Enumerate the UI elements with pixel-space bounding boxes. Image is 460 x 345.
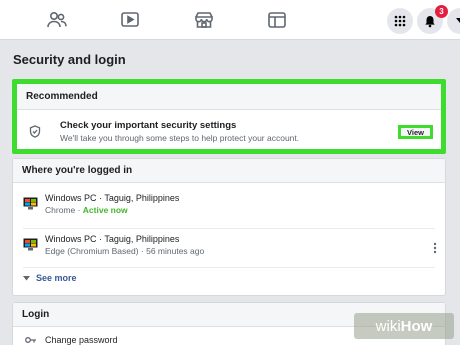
chevron-down-icon [23,275,30,280]
more-options-icon[interactable] [433,242,437,254]
logged-in-card: Where you're logged in Windows PC · Tagu… [12,158,446,296]
session-item[interactable]: Windows PC · Taguig, Philippines Chrome … [13,189,445,227]
session-item[interactable]: Windows PC · Taguig, Philippines Edge (C… [13,230,445,268]
windows-pc-icon [23,238,38,251]
session-browser-name: Chrome · [45,205,83,215]
bell-icon [425,15,435,27]
view-button[interactable]: View [398,125,433,139]
logged-in-header: Where you're logged in [13,159,445,183]
grid-icon [394,15,406,27]
session-device: Windows PC · Taguig, Philippines [45,234,180,244]
see-more-link[interactable]: See more [23,273,77,283]
security-checkup-title: Check your important security settings [60,120,237,131]
watermark-wiki: wiki [375,317,401,335]
key-icon [25,337,36,343]
account-menu-button[interactable] [447,8,460,34]
marketplace-icon[interactable] [193,10,215,30]
page-title: Security and login [13,52,126,67]
notifications-button[interactable]: 3 [417,5,448,34]
see-more-label: See more [36,273,77,283]
shield-icon [29,125,41,138]
groups-icon[interactable] [266,10,288,30]
security-checkup-row[interactable]: Check your important security settings W… [17,110,441,154]
watch-icon[interactable] [119,10,141,30]
session-device: Windows PC · Taguig, Philippines [45,193,180,203]
session-divider [23,267,435,268]
change-password-item[interactable]: Change password [45,335,118,345]
watermark-how: How [400,317,433,335]
notification-count-badge: 3 [435,5,448,18]
active-now-status: Active now [82,205,128,215]
wikihow-watermark: wiki How [354,313,454,339]
security-checkup-subtitle: We'll take you through some steps to hel… [60,133,300,143]
session-browser: Chrome · Active now [45,205,128,215]
menu-grid-button[interactable] [387,8,413,34]
windows-pc-icon [23,197,38,210]
caret-down-icon [456,18,460,23]
friends-icon[interactable] [46,10,68,30]
top-navigation-bar: 3 [0,0,460,40]
session-browser: Edge (Chromium Based) · 56 minutes ago [45,246,205,256]
recommended-card: Recommended Check your important securit… [12,79,446,154]
session-divider [23,228,435,229]
recommended-header: Recommended [17,84,441,110]
